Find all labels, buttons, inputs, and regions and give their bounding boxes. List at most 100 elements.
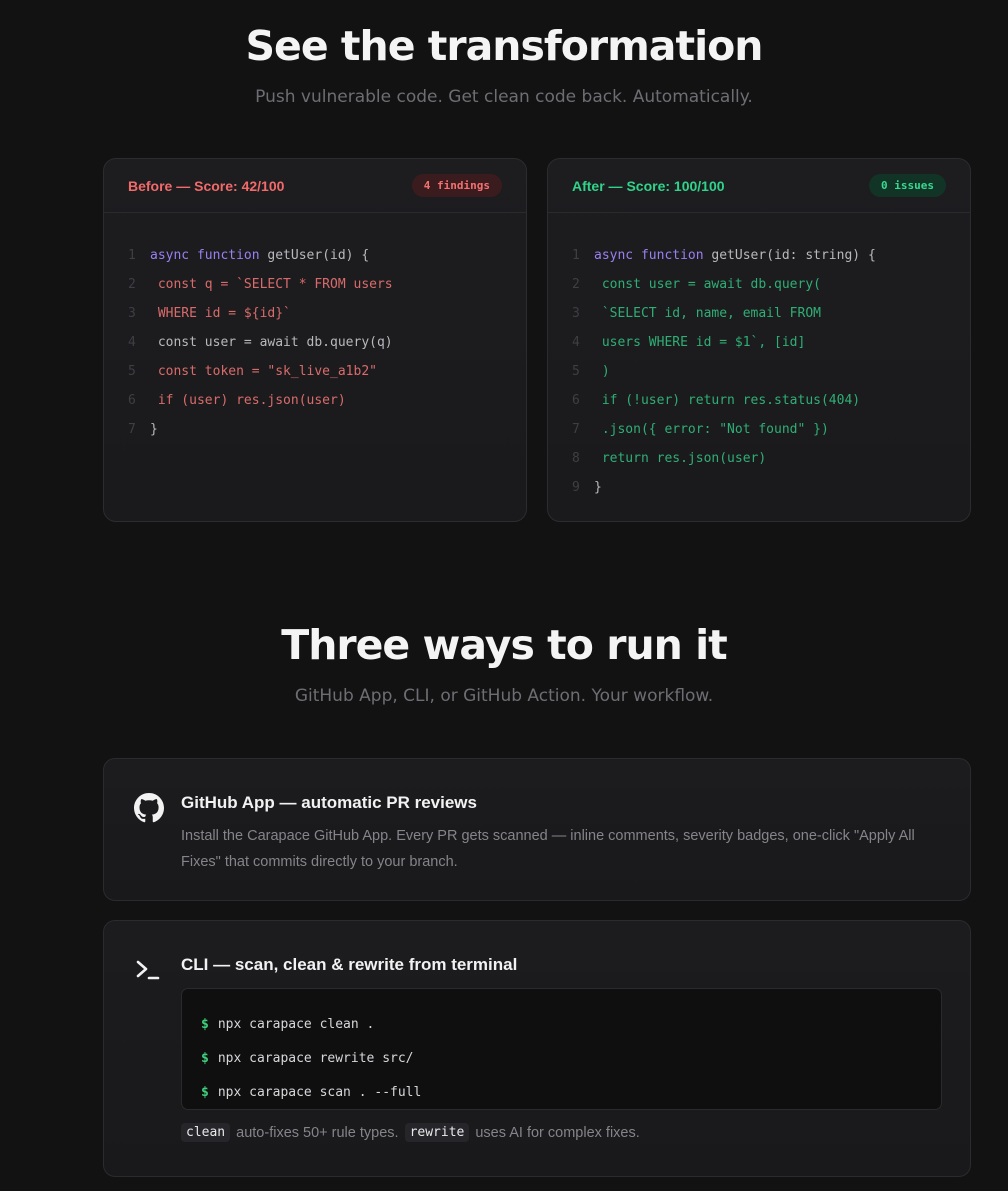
line-number: 3 [128,306,136,321]
code-keyword: async function [150,248,260,263]
line-number: 9 [572,480,580,495]
transformation-subtitle: Push vulnerable code. Get clean code bac… [255,87,753,107]
code-line: 1 async function getUser(id: string) { [548,241,970,270]
line-number: 7 [572,422,580,437]
github-icon [134,793,164,828]
code-rest: if (user) res.json(user) [150,393,346,408]
before-code-card: Before — Score: 42/100 4 findings 1 async… [103,158,527,522]
line-number: 8 [572,451,580,466]
code-rest: ) [594,364,610,379]
code-rest: getUser(id) { [259,248,370,263]
code-rest: const token = "sk_live_a1b2" [150,364,377,379]
code-text: const q = `SELECT * FROM users [150,277,393,292]
cli-title: CLI — scan, clean & rewrite from termina… [181,955,518,974]
github-app-title: GitHub App — automatic PR reviews [181,793,477,812]
line-number: 6 [128,393,136,408]
line-number: 2 [572,277,580,292]
clean-inline-code: clean [181,1123,231,1142]
terminal-line: $ npx carapace rewrite src/ [182,1041,941,1075]
terminal-line: $ npx carapace clean . [182,1007,941,1041]
code-text: } [594,480,602,495]
line-number: 5 [572,364,580,379]
code-text: if (!user) return res.status(404) [594,393,860,408]
prompt-symbol: $ [201,1050,209,1066]
prompt-symbol: $ [201,1084,209,1100]
code-text: const user = await db.query( [594,277,821,292]
code-line: 5 const token = "sk_live_a1b2" [104,357,526,386]
code-line: 6 if (!user) return res.status(404) [548,386,970,415]
code-rest: } [594,480,602,495]
code-text: return res.json(user) [594,451,766,466]
code-text: ) [594,364,610,379]
code-rest: const user = await db.query( [594,277,821,292]
line-number: 4 [572,335,580,350]
line-number: 7 [128,422,136,437]
code-line: 1 async function getUser(id) { [104,241,526,270]
github-app-card: GitHub App — automatic PR reviews Instal… [103,758,971,901]
code-text: } [150,422,158,437]
code-line: 6 if (user) res.json(user) [104,386,526,415]
code-text: `SELECT id, name, email FROM [594,306,821,321]
line-number: 2 [128,277,136,292]
cli-note: clean auto-fixes 50+ rule types. rewrite… [181,1123,646,1142]
before-score-title: Before — Score: 42/100 [128,177,285,194]
transformation-title: See the transformation [245,22,764,70]
cli-card: CLI — scan, clean & rewrite from termina… [103,920,971,1177]
rewrite-inline-code: rewrite [404,1123,470,1142]
before-code-block: 1 async function getUser(id) { 2 const q =… [104,213,526,444]
code-line: 9} [548,473,970,502]
rewrite-note-text: uses AI for complex fixes. [475,1124,640,1141]
command-text: npx carapace rewrite src/ [217,1050,414,1066]
code-rest: return res.json(user) [594,451,767,466]
code-line: 4 users WHERE id = $1`, [id] [548,328,970,357]
command-text: npx carapace clean . [217,1016,375,1032]
code-text: async function getUser(id: string) { [594,248,876,263]
line-number: 3 [572,306,580,321]
code-text: users WHERE id = $1`, [id] [594,335,806,350]
code-line: 7} [104,415,526,444]
code-line: 3 WHERE id = ${id}` [104,299,526,328]
after-code-block: 1 async function getUser(id: string) { 2 c… [548,213,970,502]
code-rest: if (!user) return res.status(404) [594,393,861,408]
issues-badge: 0 issues [869,174,946,197]
code-keyword: async function [594,248,704,263]
code-text: WHERE id = ${id}` [150,306,291,321]
code-rest: const user = await db.query(q) [150,335,393,350]
ways-title: Three ways to run it [281,621,728,669]
line-number: 6 [572,393,580,408]
code-line: 2 const q = `SELECT * FROM users [104,270,526,299]
code-line: 7 .json({ error: "Not found" }) [548,415,970,444]
line-number: 1 [572,248,580,263]
after-score-title: After — Score: 100/100 [572,177,725,194]
after-code-card: After — Score: 100/100 0 issues 1 async f… [547,158,971,522]
code-line: 2 const user = await db.query( [548,270,970,299]
findings-badge: 4 findings [411,174,502,197]
code-line: 3 `SELECT id, name, email FROM [548,299,970,328]
after-card-header: After — Score: 100/100 0 issues [548,159,970,213]
github-app-description: Install the Carapace GitHub App. Every P… [181,828,915,870]
code-rest: const q = `SELECT * FROM users [150,277,393,292]
ways-subtitle: GitHub App, CLI, or GitHub Action. Your … [294,686,714,706]
code-rest: getUser(id: string) { [703,248,876,263]
code-text: .json({ error: "Not found" }) [594,422,829,437]
before-card-header: Before — Score: 42/100 4 findings [104,159,526,213]
code-text: async function getUser(id) { [150,248,369,263]
code-rest: .json({ error: "Not found" }) [594,422,829,437]
code-line: 4 const user = await db.query(q) [104,328,526,357]
code-line: 5 ) [548,357,970,386]
prompt-symbol: $ [201,1016,209,1032]
code-text: const token = "sk_live_a1b2" [150,364,377,379]
code-line: 8 return res.json(user) [548,444,970,473]
line-number: 1 [128,248,136,263]
code-text: if (user) res.json(user) [150,393,346,408]
code-rest: } [150,422,158,437]
line-number: 5 [128,364,136,379]
code-text: const user = await db.query(q) [150,335,393,350]
line-number: 4 [128,335,136,350]
terminal-line: $ npx carapace scan . --full [182,1075,941,1109]
clean-note-text: auto-fixes 50+ rule types. [236,1124,399,1141]
cli-terminal: $ npx carapace clean . $ npx carapace rewr… [181,988,942,1110]
code-rest: `SELECT id, name, email FROM [594,306,821,321]
code-rest: users WHERE id = $1`, [id] [594,335,806,350]
terminal-icon [134,957,162,988]
